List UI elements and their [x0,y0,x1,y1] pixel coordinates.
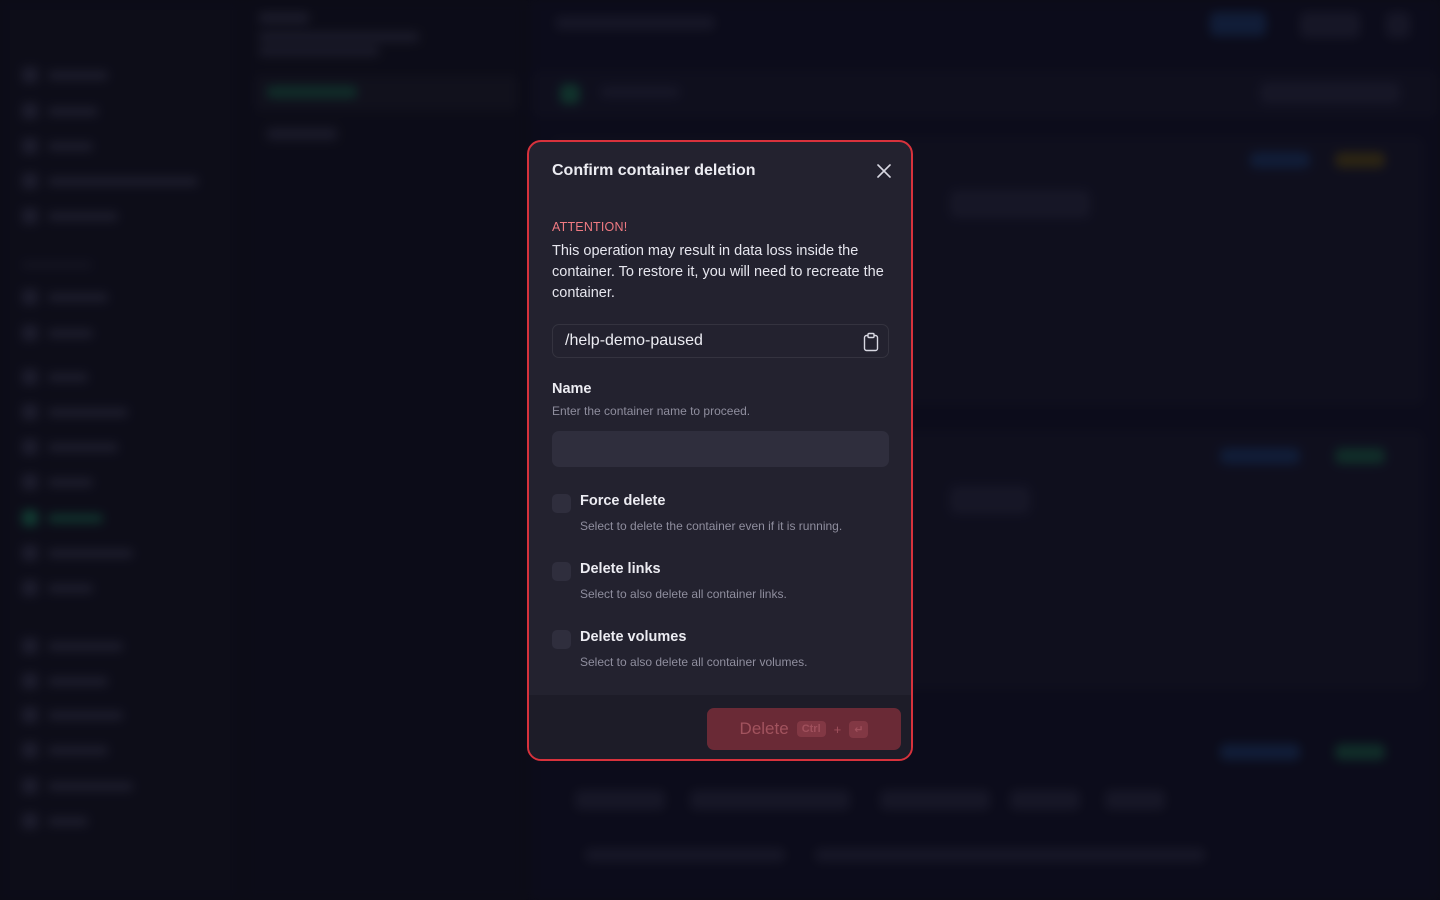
delete-volumes-label: Delete volumes [580,629,687,645]
delete-button-label: Delete [739,719,789,738]
delete-volumes-checkbox[interactable] [552,630,571,649]
close-button[interactable] [873,160,895,182]
force-delete-hint: Select to delete the container even if i… [580,519,843,533]
attention-label: ATTENTION! [552,220,628,234]
delete-links-checkbox[interactable] [552,562,571,581]
name-label: Name [552,381,592,397]
delete-links-hint: Select to also delete all container link… [580,587,787,601]
shortcut-plus: + [833,721,842,737]
confirm-delete-modal: Confirm container deletion ATTENTION! Th… [527,140,913,761]
delete-links-label: Delete links [580,561,661,577]
close-icon [877,164,891,178]
delete-volumes-hint: Select to also delete all container volu… [580,655,808,669]
force-delete-label: Force delete [580,493,666,509]
clipboard-icon [863,332,879,352]
modal-footer: Delete Ctrl + ↵ [529,695,911,759]
attention-message: This operation may result in data loss i… [552,243,884,301]
name-hint: Enter the container name to proceed. [552,404,751,418]
container-path-text: /help-demo-paused [565,332,703,349]
modal-title: Confirm container deletion [552,162,756,179]
enter-key-icon: ↵ [849,720,869,738]
container-path-field: /help-demo-paused [552,324,889,358]
ctrl-key-hint: Ctrl [796,721,826,737]
container-name-input[interactable] [552,431,889,467]
delete-button[interactable]: Delete Ctrl + ↵ [707,708,901,750]
copy-button[interactable] [862,332,880,352]
force-delete-checkbox[interactable] [552,494,571,513]
